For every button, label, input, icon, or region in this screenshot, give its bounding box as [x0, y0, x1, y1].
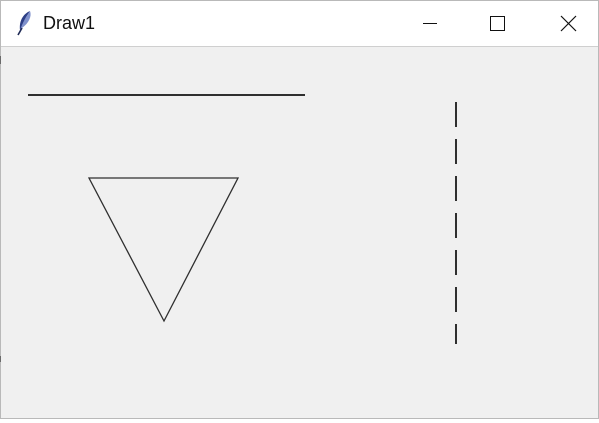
inverted-triangle [87, 177, 240, 323]
canvas-drawing [28, 94, 457, 344]
maximize-button[interactable] [464, 1, 530, 46]
app-window: Draw1 [0, 0, 599, 419]
minimize-icon [423, 23, 437, 24]
minimize-button[interactable] [398, 1, 464, 46]
feather-icon [15, 10, 35, 36]
title-bar[interactable]: Draw1 [1, 1, 598, 47]
maximize-icon [490, 16, 505, 31]
window-title: Draw1 [43, 13, 96, 33]
close-icon [560, 15, 577, 32]
drawing-canvas[interactable] [1, 47, 598, 418]
close-button[interactable] [532, 1, 598, 46]
